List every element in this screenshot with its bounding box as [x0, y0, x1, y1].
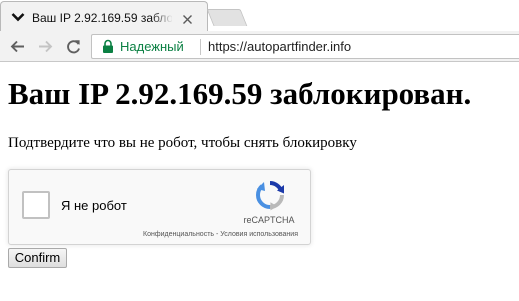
- new-tab-button[interactable]: [206, 9, 248, 26]
- chevron-down-icon: [10, 9, 26, 25]
- reload-icon[interactable]: [65, 38, 82, 55]
- security-label[interactable]: Надежный: [120, 39, 184, 55]
- confirm-button[interactable]: Confirm: [8, 248, 67, 268]
- recaptcha-widget: Я не робот reCAPTCHA Конфиденциальность …: [8, 169, 311, 245]
- recaptcha-links: Конфиденциальность - Условия использован…: [143, 230, 298, 239]
- browser-tab[interactable]: Ваш IP 2.92.169.59 заблокирован: [0, 1, 208, 32]
- browser-toolbar: Надежный https://autopartfinder.info: [0, 31, 519, 62]
- instruction-text: Подтвердите что вы не робот, чтобы снять…: [8, 135, 357, 151]
- tab-title-fade: [151, 8, 173, 26]
- privacy-link[interactable]: Конфиденциальность: [143, 231, 214, 238]
- lock-icon[interactable]: [102, 39, 114, 54]
- omnibox-divider: [200, 39, 201, 55]
- recaptcha-brand: reCAPTCHA: [243, 215, 295, 225]
- tab-strip: Ваш IP 2.92.169.59 заблокирован: [0, 0, 519, 32]
- recaptcha-label: Я не робот: [61, 198, 127, 213]
- address-bar[interactable]: Надежный https://autopartfinder.info: [91, 34, 519, 59]
- close-icon[interactable]: [182, 12, 193, 24]
- back-arrow-icon[interactable]: [9, 38, 26, 55]
- recaptcha-logo-icon: [254, 179, 286, 211]
- terms-link[interactable]: Условия использования: [220, 231, 298, 238]
- page-title: Ваш IP 2.92.169.59 заблокирован.: [8, 76, 472, 111]
- url-text[interactable]: https://autopartfinder.info: [208, 39, 351, 55]
- forward-arrow-icon[interactable]: [37, 38, 54, 55]
- recaptcha-checkbox[interactable]: [22, 191, 50, 219]
